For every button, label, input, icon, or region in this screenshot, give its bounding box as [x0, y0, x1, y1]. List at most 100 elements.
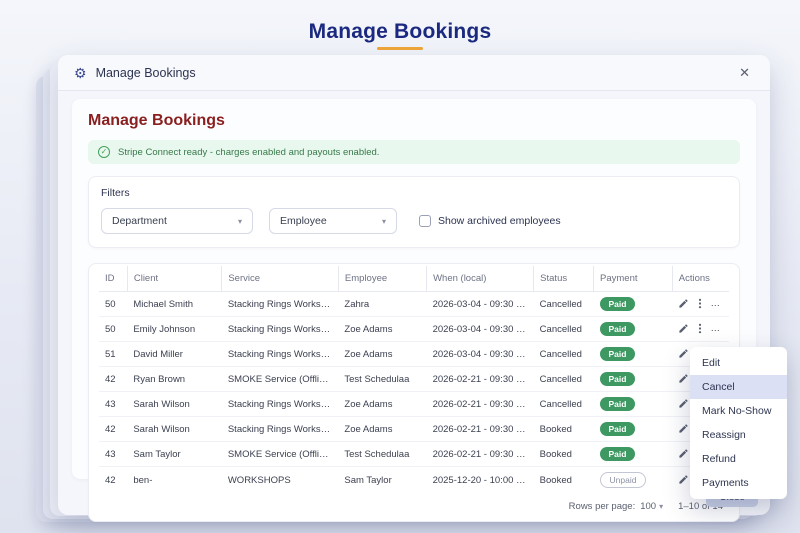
department-select-value: Department	[112, 215, 167, 227]
edit-icon[interactable]	[678, 323, 689, 334]
menu-item-edit[interactable]: Edit	[690, 351, 787, 375]
delete-icon[interactable]	[711, 323, 722, 334]
table-pagination: Rows per page: 100 ▾ 1–10 of 14	[99, 493, 729, 515]
department-select[interactable]: Department ▾	[101, 208, 253, 234]
stripe-status-banner: ✓ Stripe Connect ready - charges enabled…	[88, 140, 740, 164]
payment-badge: Unpaid	[600, 472, 647, 488]
manage-bookings-modal: ⚙ Manage Bookings ✕ Manage Bookings ✓ St…	[58, 55, 770, 515]
close-icon[interactable]: ✕	[735, 63, 754, 83]
rows-per-page-select[interactable]: 100 ▾	[640, 501, 663, 512]
section-heading: Manage Bookings	[88, 112, 740, 130]
col-header-id: ID	[99, 266, 127, 292]
cell-client: Sarah Wilson	[127, 417, 222, 442]
table-row: 42 ben- WORKSHOPS Sam Taylor 2025-12-20 …	[99, 467, 729, 494]
cell-client: ben-	[127, 467, 222, 494]
cell-when: 2025-12-20 - 10:00 (EST)	[427, 467, 534, 494]
cell-employee: Test Schedulaa	[338, 442, 426, 467]
table-row: 43 Sarah Wilson Stacking Rings Workshop.…	[99, 392, 729, 417]
checkbox-label: Show archived employees	[438, 215, 561, 227]
col-header-service: Service	[222, 266, 339, 292]
employee-select-value: Employee	[280, 215, 327, 227]
cell-service: Stacking Rings Workshop...	[222, 392, 339, 417]
cell-employee: Zoe Adams	[338, 392, 426, 417]
edit-icon[interactable]	[678, 373, 689, 384]
col-header-actions: Actions	[672, 266, 729, 292]
delete-icon[interactable]	[711, 298, 722, 309]
cell-status: Cancelled	[534, 317, 594, 342]
cell-id: 42	[99, 367, 127, 392]
cell-service: Stacking Rings Workshop...	[222, 292, 339, 317]
table-row: 51 David Miller Stacking Rings Workshop.…	[99, 342, 729, 367]
edit-icon[interactable]	[678, 298, 689, 309]
col-header-payment: Payment	[594, 266, 673, 292]
cell-id: 50	[99, 317, 127, 342]
payment-badge: Paid	[600, 397, 636, 411]
bookings-table-card: ID Client Service Employee When (local) …	[88, 263, 740, 522]
show-archived-checkbox[interactable]: Show archived employees	[419, 215, 561, 227]
employee-select[interactable]: Employee ▾	[269, 208, 397, 234]
cell-when: 2026-02-21 - 09:30 (EST)	[427, 442, 534, 467]
cell-service: Stacking Rings Workshop...	[222, 317, 339, 342]
cell-client: David Miller	[127, 342, 222, 367]
edit-icon[interactable]	[678, 348, 689, 359]
cell-status: Cancelled	[534, 392, 594, 417]
banner-text: Stripe Connect ready - charges enabled a…	[118, 147, 379, 158]
cell-when: 2026-02-21 - 09:30 (EST)	[427, 417, 534, 442]
title-underline	[377, 47, 423, 50]
cell-service: Stacking Rings Workshop...	[222, 342, 339, 367]
chevron-down-icon: ▾	[238, 217, 242, 226]
edit-icon[interactable]	[678, 423, 689, 434]
filters-label: Filters	[101, 187, 727, 199]
check-circle-icon: ✓	[98, 146, 110, 158]
cell-when: 2026-03-04 - 09:30 (EST)	[427, 342, 534, 367]
table-row: 42 Sarah Wilson Stacking Rings Workshop.…	[99, 417, 729, 442]
more-options-icon[interactable]	[698, 298, 702, 309]
row-actions-menu: Edit Cancel Mark No-Show Reassign Refund…	[690, 347, 787, 499]
bookings-table: ID Client Service Employee When (local) …	[99, 266, 729, 493]
cell-client: Michael Smith	[127, 292, 222, 317]
cell-status: Booked	[534, 442, 594, 467]
edit-icon[interactable]	[678, 448, 689, 459]
menu-item-cancel[interactable]: Cancel	[690, 375, 787, 399]
cell-client: Emily Johnson	[127, 317, 222, 342]
cell-status: Booked	[534, 467, 594, 494]
cell-id: 42	[99, 467, 127, 494]
cell-service: Stacking Rings Workshop...	[222, 417, 339, 442]
cell-employee: Sam Taylor	[338, 467, 426, 494]
cell-status: Cancelled	[534, 342, 594, 367]
more-options-icon[interactable]	[698, 323, 702, 334]
payment-badge: Paid	[600, 422, 636, 436]
cell-employee: Zoe Adams	[338, 317, 426, 342]
modal-header: ⚙ Manage Bookings ✕	[58, 55, 770, 91]
table-row: 42 Ryan Brown SMOKE Service (Offline/onl…	[99, 367, 729, 392]
cell-client: Sarah Wilson	[127, 392, 222, 417]
modal-content-panel: Manage Bookings ✓ Stripe Connect ready -…	[72, 99, 756, 479]
cell-when: 2026-03-04 - 09:30 (EST)	[427, 292, 534, 317]
cell-service: SMOKE Service (Offline/onli...	[222, 367, 339, 392]
cell-id: 42	[99, 417, 127, 442]
menu-item-reassign[interactable]: Reassign	[690, 423, 787, 447]
cell-client: Sam Taylor	[127, 442, 222, 467]
edit-icon[interactable]	[678, 398, 689, 409]
payment-badge: Paid	[600, 322, 636, 336]
cell-client: Ryan Brown	[127, 367, 222, 392]
cell-status: Cancelled	[534, 292, 594, 317]
table-header-row: ID Client Service Employee When (local) …	[99, 266, 729, 292]
menu-item-mark-no-show[interactable]: Mark No-Show	[690, 399, 787, 423]
col-header-when: When (local)	[427, 266, 534, 292]
cell-when: 2026-02-21 - 09:30 (EST)	[427, 392, 534, 417]
menu-item-refund[interactable]: Refund	[690, 447, 787, 471]
page-title: Manage Bookings	[0, 20, 800, 44]
edit-icon[interactable]	[678, 474, 689, 485]
table-row: 50 Michael Smith Stacking Rings Workshop…	[99, 292, 729, 317]
cell-status: Booked	[534, 417, 594, 442]
filters-card: Filters Department ▾ Employee ▾ Show arc…	[88, 176, 740, 248]
cell-status: Cancelled	[534, 367, 594, 392]
cell-when: 2026-02-21 - 09:30 (EST)	[427, 367, 534, 392]
checkbox-box[interactable]	[419, 215, 431, 227]
menu-item-payments[interactable]: Payments	[690, 471, 787, 495]
payment-badge: Paid	[600, 447, 636, 461]
cell-employee: Test Schedulaa	[338, 367, 426, 392]
table-row: 50 Emily Johnson Stacking Rings Workshop…	[99, 317, 729, 342]
cell-service: SMOKE Service (Offline/on...	[222, 442, 339, 467]
